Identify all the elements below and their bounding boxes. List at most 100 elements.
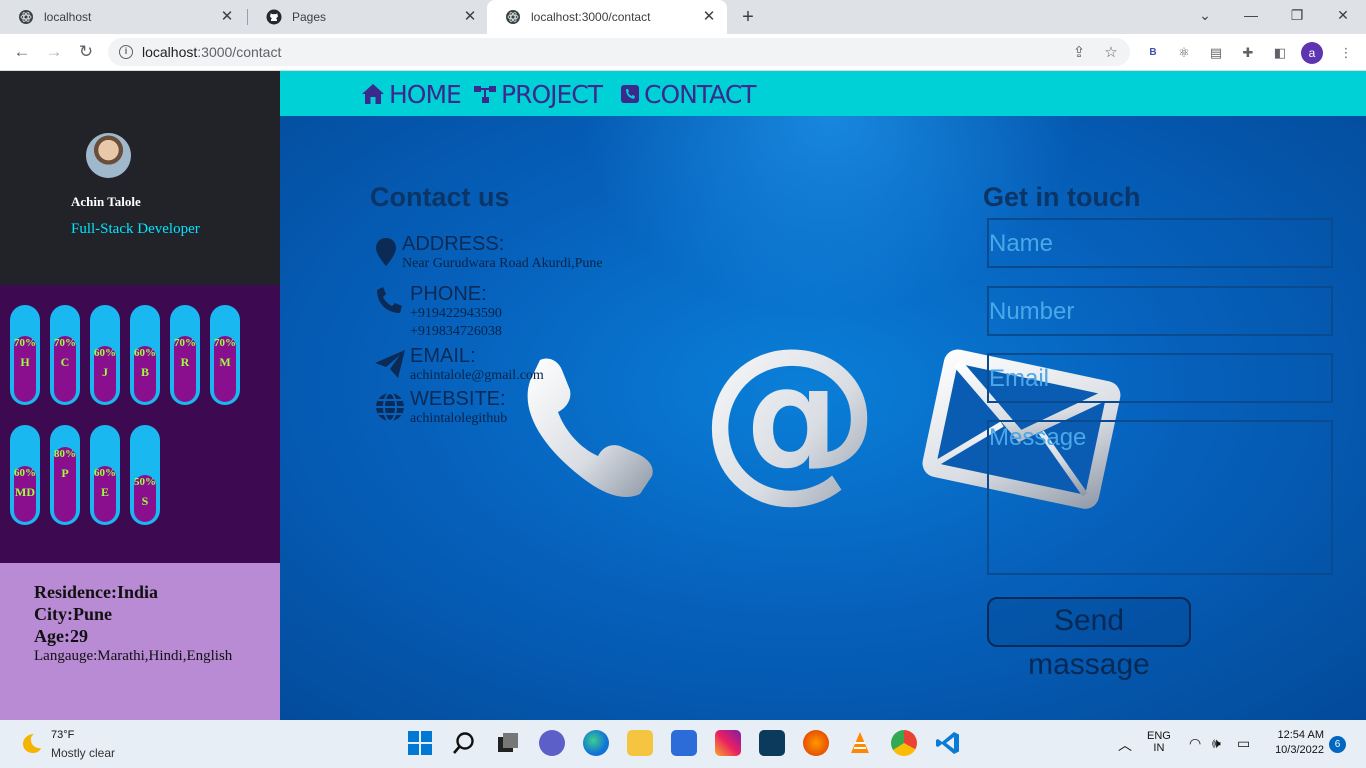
email-value: achintalole@gmail.com xyxy=(410,368,544,383)
skills-panel: 70% H 70% C 60% J 60% B 70% R 70% M 60% MD 80% P 60% E 50%… xyxy=(0,285,280,563)
nav-home-label: HOME xyxy=(389,79,462,109)
close-window-button[interactable]: ✕ xyxy=(1320,0,1366,30)
profile-avatar[interactable]: a xyxy=(1301,42,1323,64)
chat-icon[interactable] xyxy=(539,730,565,756)
skill-label: C xyxy=(60,355,70,369)
sidebar: Achin Talole Full-Stack Developer 70% H 70… xyxy=(0,71,280,720)
close-icon[interactable]: ✕ xyxy=(701,9,717,25)
task-view-icon[interactable] xyxy=(495,730,521,756)
notification-badge[interactable]: 6 xyxy=(1329,736,1346,753)
react-icon xyxy=(18,9,34,25)
url-text: localhost:3000/contact xyxy=(142,44,282,60)
side-panel-icon[interactable]: ◧ xyxy=(1270,43,1290,63)
profile-role: Full-Stack Developer xyxy=(71,221,200,237)
windows-start-icon[interactable] xyxy=(407,730,433,756)
extension-tool-icon[interactable]: ▤ xyxy=(1206,43,1226,63)
phone-number-2: +919834726038 xyxy=(410,324,502,339)
clock-time: 12:54 AM xyxy=(1277,729,1324,741)
main-content: HOME PROJECT CONTACT @ Contact us ADDRES… xyxy=(280,71,1366,720)
language-indicator[interactable]: ENG IN xyxy=(1147,730,1171,754)
skill-bar: 80% P xyxy=(50,425,80,525)
tab-contact[interactable]: localhost:3000/contact ✕ xyxy=(487,0,727,34)
language-text: Langauge:Marathi,Hindi,English xyxy=(34,648,233,664)
browser-toolbar: ← → ↻ i localhost:3000/contact ⇪ ☆ B ⚛ ▤… xyxy=(0,34,1366,71)
chevron-up-icon[interactable]: ︿ xyxy=(1118,735,1132,755)
map-marker-icon xyxy=(376,238,396,266)
extension-graph-icon[interactable]: ⚛ xyxy=(1174,43,1194,63)
clock[interactable]: 12:54 AM 10/3/2022 xyxy=(1262,729,1324,756)
skill-label: MD xyxy=(15,485,35,499)
restore-button[interactable]: ❐ xyxy=(1274,0,1320,30)
microsoft-store-icon[interactable] xyxy=(671,730,697,756)
github-icon xyxy=(266,9,282,25)
bookmark-star-icon[interactable]: ☆ xyxy=(1102,44,1120,62)
message-textarea[interactable] xyxy=(987,420,1333,575)
phone-label: PHONE: xyxy=(410,283,487,305)
chrome-icon[interactable] xyxy=(891,730,917,756)
nav-home[interactable]: HOME xyxy=(361,79,462,109)
residence-text: Residence:India xyxy=(34,582,159,602)
skill-label: B xyxy=(140,365,149,379)
volume-icon[interactable]: 🕪 xyxy=(1212,735,1221,752)
send-message-button[interactable]: Send massage xyxy=(987,597,1191,681)
vscode-icon[interactable] xyxy=(935,730,961,756)
file-explorer-icon[interactable] xyxy=(627,730,653,756)
close-icon[interactable]: ✕ xyxy=(219,9,235,25)
phone-handset-graphic xyxy=(527,358,653,497)
moon-weather-icon xyxy=(23,734,41,753)
number-input[interactable] xyxy=(987,286,1333,336)
contact-title: Contact us xyxy=(370,182,510,212)
top-navigation: HOME PROJECT CONTACT xyxy=(280,71,1366,116)
skill-label: M xyxy=(219,355,231,369)
puzzle-icon[interactable]: ✚ xyxy=(1238,43,1258,63)
security-shield-icon[interactable] xyxy=(759,730,785,756)
instagram-icon[interactable] xyxy=(715,730,741,756)
address-bar[interactable]: i localhost:3000/contact ⇪ ☆ xyxy=(108,38,1130,66)
at-sign-graphic: @ xyxy=(700,310,880,519)
avatar xyxy=(86,133,131,178)
sitemap-icon xyxy=(474,86,496,103)
skill-percent: 70% xyxy=(54,337,76,349)
nav-contact-label: CONTACT xyxy=(644,79,757,109)
vlc-icon[interactable] xyxy=(847,730,873,756)
skill-bar: 60% E xyxy=(90,425,120,525)
paper-plane-icon xyxy=(375,350,405,378)
tab-title: localhost:3000/contact xyxy=(531,10,651,24)
skill-label: J xyxy=(102,365,108,379)
skill-percent: 80% xyxy=(54,448,76,460)
tab-pages[interactable]: Pages ✕ xyxy=(248,0,488,34)
tab-localhost[interactable]: localhost ✕ xyxy=(0,0,245,34)
nav-contact[interactable]: CONTACT xyxy=(620,79,757,109)
email-label: EMAIL: xyxy=(410,345,476,367)
skill-label: P xyxy=(61,466,69,480)
tab-search-icon[interactable]: ⌄ xyxy=(1182,0,1228,30)
new-tab-button[interactable]: + xyxy=(738,6,758,28)
battery-icon[interactable]: ▭ xyxy=(1237,735,1250,752)
home-icon xyxy=(362,84,384,104)
wifi-icon[interactable]: ◠ xyxy=(1189,735,1201,752)
extension-b-icon[interactable]: B xyxy=(1143,43,1163,63)
name-input[interactable] xyxy=(987,218,1333,268)
search-icon[interactable] xyxy=(451,730,477,756)
forward-button[interactable]: → xyxy=(42,40,66,64)
minimize-button[interactable]: — xyxy=(1228,0,1274,30)
share-icon[interactable]: ⇪ xyxy=(1070,44,1088,62)
address-label: ADDRESS: xyxy=(402,233,505,255)
close-icon[interactable]: ✕ xyxy=(462,9,478,25)
language-code: ENG xyxy=(1147,730,1171,742)
weather-temperature: 73°F xyxy=(51,729,75,741)
email-input[interactable] xyxy=(987,353,1333,403)
website-label: WEBSITE: xyxy=(410,388,506,410)
tab-title: localhost xyxy=(44,10,92,24)
menu-kebab-icon[interactable]: ⋮ xyxy=(1336,43,1356,63)
skill-bar: 70% R xyxy=(170,305,200,405)
info-icon[interactable]: i xyxy=(119,45,133,59)
nav-project[interactable]: PROJECT xyxy=(473,79,603,109)
age-text: Age:29 xyxy=(34,626,88,646)
firefox-icon[interactable] xyxy=(803,730,829,756)
skill-bar: 60% B xyxy=(130,305,160,405)
skill-bar: 60% MD xyxy=(10,425,40,525)
reload-button[interactable]: ↻ xyxy=(74,40,98,64)
back-button[interactable]: ← xyxy=(10,40,34,64)
edge-icon[interactable] xyxy=(583,730,609,756)
